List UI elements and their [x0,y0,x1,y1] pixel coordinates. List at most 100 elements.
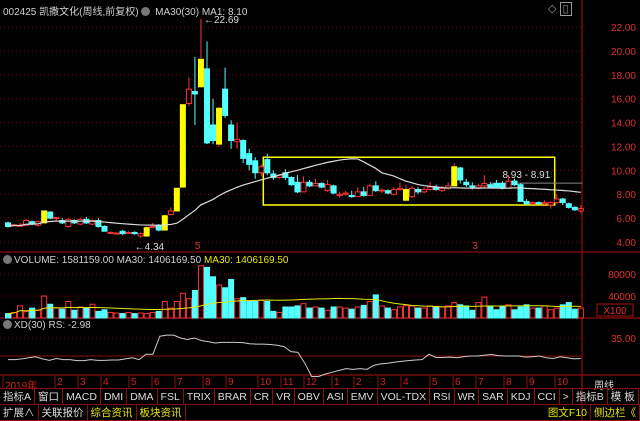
volume-bar [71,309,78,319]
candle-body [161,215,168,231]
candle-body [240,140,247,159]
month-label: 9 [529,377,535,388]
candle-body [360,191,367,196]
tab-right[interactable]: 模 板 [608,389,639,404]
candle-body [366,185,373,196]
volume-bar [475,302,482,319]
candle-body [119,230,126,235]
volume-bar [89,303,96,319]
volume-tick: 40000 [608,292,636,303]
tab-a[interactable]: 指标A [0,389,36,404]
candle-body [197,58,204,88]
candle-body [529,202,536,205]
candle-body [487,184,494,188]
tab-brar[interactable]: BRAR [215,389,251,404]
tab-fsl[interactable]: FSL [158,389,184,404]
volume-bar [571,308,578,319]
info-tab[interactable]: 扩展∧ [0,405,39,420]
kline-chart[interactable]: 22.0020.0018.0016.0014.0012.0010.008.006… [0,0,640,420]
sidebar-toggle[interactable]: 侧边栏《 [591,405,640,420]
info-tab[interactable]: 综合资讯 [88,405,137,420]
volume-bar [270,310,277,319]
candle-body [125,231,132,234]
volume-bar [390,309,397,319]
volume-bar [330,306,337,319]
volume-bar [149,312,156,319]
volume-bar [282,306,289,319]
volume-menu-icon[interactable] [3,255,12,264]
candle-body [131,231,138,235]
tab-vr[interactable]: VR [273,389,295,404]
tab-cci[interactable]: CCI [535,389,560,404]
candle-body [451,166,458,187]
event-mark: 3 [472,241,478,252]
month-label: 10 [557,377,569,388]
candle-body [210,124,217,142]
candle-body [348,194,355,198]
volume-bar [499,306,506,319]
candle-body [421,188,428,193]
volume-header: VOLUME: 1581159.00 MA30: 1406169.50 MA30… [3,255,288,266]
price-tick: 16.00 [611,95,636,106]
price-tick: 12.00 [611,142,636,153]
volume-bar [47,303,54,319]
candle-body [517,184,524,202]
candle-body [324,184,331,192]
tab-[interactable]: > [560,389,573,404]
candle-body [439,187,446,192]
candle-body [396,187,403,190]
candle-body [354,191,361,198]
candle-body [228,124,235,142]
indicator-menu-icon[interactable] [141,7,151,16]
volume-bar [101,309,108,319]
volume-bar [445,305,452,319]
price-tick: 6.00 [617,214,637,225]
price-tick: 20.00 [611,47,636,58]
tab-trix[interactable]: TRIX [184,389,215,404]
tab-dma[interactable]: DMA [127,389,158,404]
panel-icon[interactable]: ▯ [559,2,572,16]
info-tab[interactable]: 关联报价 [39,405,88,420]
tab-wr[interactable]: WR [455,389,480,404]
month-label: 3 [380,377,386,388]
range-label: 8.93 - 8.91 [502,170,550,181]
month-label: 7 [177,377,183,388]
info-tab[interactable]: 板块资讯 [137,405,186,420]
volume-bar [493,309,500,319]
candle-body [318,182,325,188]
tab-emv[interactable]: EMV [348,389,378,404]
volume-bar [481,296,488,319]
tab-right[interactable]: 指标B [573,389,608,404]
f10-button[interactable]: 图文F10 [545,405,591,420]
candle-body [264,159,271,174]
candle-body [101,225,108,232]
tab-macd[interactable]: MACD [63,389,101,404]
volume-bar [77,306,84,319]
volume-bar [541,305,548,319]
volume-bar [372,294,379,319]
tab-asi[interactable]: ASI [324,389,348,404]
volume-bar [155,310,162,319]
xd-menu-icon[interactable] [3,320,12,329]
volume-ma-white: MA30: 1406169.50 [116,255,202,266]
volume-bar [294,305,301,319]
volume-bar [119,313,126,319]
volume-bar [487,305,494,319]
volume-bar [306,307,313,319]
volume-bar [427,305,434,319]
tab-[interactable]: 窗口 [35,389,64,404]
month-label: 10 [260,377,272,388]
tab-kdj[interactable]: KDJ [508,389,535,404]
tab-sar[interactable]: SAR [479,389,508,404]
tab-obv[interactable]: OBV [295,389,324,404]
volume-bar [222,287,229,319]
tab-dmi[interactable]: DMI [101,389,128,404]
candle-body [511,180,518,186]
tab-rsi[interactable]: RSI [430,389,455,404]
diamond-icon[interactable]: ◇ [548,3,556,15]
tab-voltdx[interactable]: VOL-TDX [378,389,431,404]
tab-cr[interactable]: CR [251,389,274,404]
candle-body [541,202,548,205]
volume-bar [529,307,536,319]
volume-bar [95,310,102,319]
